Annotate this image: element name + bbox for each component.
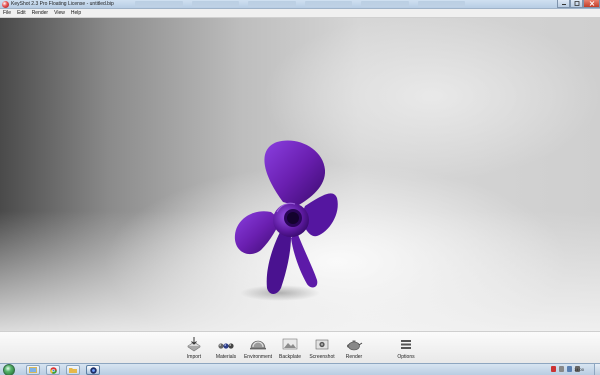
backplate-button[interactable]: Backplate [272,334,308,363]
folder-icon [69,368,77,373]
materials-icon [218,343,234,349]
options-label: Options [397,354,415,360]
materials-label: Materials [215,354,237,360]
close-icon [589,1,594,6]
materials-button[interactable]: Materials [208,334,244,363]
taskbar-clock[interactable]: 14:00 [574,364,584,375]
minimize-icon [561,4,566,5]
environment-label: Environment [243,354,273,360]
backplate-icon [282,338,298,350]
menu-edit[interactable]: Edit [14,9,29,17]
blurred-tab [417,1,465,7]
start-button[interactable] [3,364,15,375]
menu-file[interactable]: File [0,9,14,17]
chrome-icon [49,366,57,374]
minimize-button[interactable] [557,0,570,8]
menu-view[interactable]: View [51,9,68,17]
blurred-tab [361,1,409,7]
keyshot-app-icon[interactable] [2,1,9,8]
keyshot-screen: KeyShot 2.3 Pro Floating License - untit… [0,0,600,375]
render-viewport[interactable] [0,18,600,331]
explorer-icon [29,367,37,373]
blurred-tab [304,1,352,7]
close-button[interactable] [583,0,600,8]
taskbar-keyshot[interactable] [86,365,100,375]
environment-icon [250,340,266,350]
options-icon [401,340,411,349]
render-icon [347,340,363,351]
environment-button[interactable]: Environment [240,334,276,363]
taskbar-chrome[interactable] [46,365,60,375]
maximize-icon [574,1,579,6]
render-label: Render [345,354,363,360]
propeller-model[interactable] [225,128,355,308]
keyshot-icon [89,366,97,374]
title-bar: KeyShot 2.3 Pro Floating License - untit… [0,0,600,9]
menu-bar: File Edit Render View Help [0,9,600,18]
backplate-label: Backplate [279,354,301,360]
import-button[interactable]: Import [176,334,212,363]
network-tray-icon[interactable] [567,366,572,372]
options-button[interactable]: Options [388,334,424,363]
screenshot-label: Screenshot [309,354,335,360]
blurred-tab [191,1,239,7]
screenshot-icon [315,339,329,350]
maximize-button[interactable] [570,0,583,8]
background-window-titles [135,1,465,8]
window-title: KeyShot 2.3 Pro Floating License - untit… [11,1,114,7]
blurred-tab [248,1,296,7]
flag-tray-icon[interactable] [559,366,564,372]
os-taskbar: 14:00 [0,363,600,375]
screenshot-button[interactable]: Screenshot [304,334,340,363]
import-label: Import [186,354,202,360]
taskbar-explorer[interactable] [26,365,40,375]
import-icon [187,337,201,352]
menu-render[interactable]: Render [29,9,51,17]
render-button[interactable]: Render [336,334,372,363]
bottom-toolbar: Import Materials Environment Backplate S… [0,331,600,363]
menu-help[interactable]: Help [68,9,84,17]
show-desktop-button[interactable] [594,364,600,375]
taskbar-folder[interactable] [66,365,80,375]
blurred-tab [135,1,183,7]
antivirus-tray-icon[interactable] [551,366,556,372]
